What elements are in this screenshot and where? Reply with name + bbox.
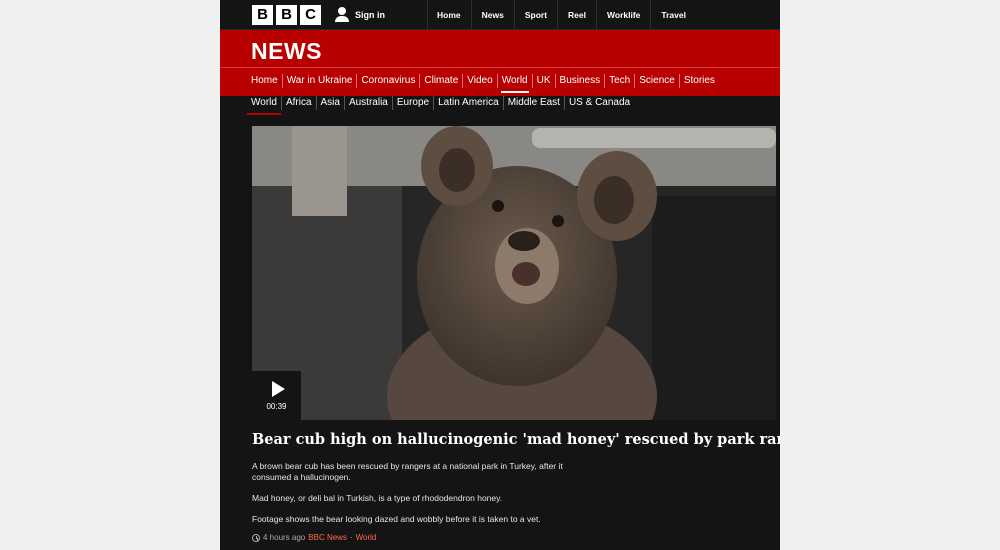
news-nav-coronavirus[interactable]: Coronavirus (356, 74, 419, 88)
logo-letter-b2: B (276, 4, 297, 25)
logo-letter-b1: B (252, 4, 273, 25)
subnav-australia[interactable]: Australia (343, 96, 392, 110)
bbc-logo[interactable]: B B C (252, 4, 321, 25)
global-header: B B C Sign in Home News Sport Reel Workl… (220, 0, 780, 30)
signin-link[interactable]: Sign in (335, 7, 385, 22)
play-button[interactable]: 00:39 (252, 371, 301, 420)
news-nav-business[interactable]: Business (554, 74, 605, 88)
video-thumbnail (252, 126, 776, 420)
global-nav-sport[interactable]: Sport (513, 0, 557, 30)
global-nav-home[interactable]: Home (427, 0, 471, 30)
subnav-us-canada[interactable]: US & Canada (563, 96, 634, 110)
signin-label: Sign in (355, 9, 385, 20)
news-nav-home[interactable]: Home (247, 74, 282, 88)
banner-divider (220, 67, 780, 68)
summary-paragraph: Mad honey, or deli bal in Turkish, is a … (252, 493, 503, 503)
subnav-asia[interactable]: Asia (315, 96, 344, 110)
video-player[interactable]: 00:39 (252, 126, 776, 420)
subnav-middle-east[interactable]: Middle East (502, 96, 564, 110)
meta-separator: · (349, 533, 353, 542)
news-nav-stories[interactable]: Stories (678, 74, 719, 88)
published-time: 4 hours ago (263, 533, 306, 542)
section-link[interactable]: World (356, 533, 377, 542)
source-link[interactable]: BBC News (308, 533, 347, 542)
article-summary: A brown bear cub has been rescued by ran… (252, 461, 592, 535)
news-nav-war-in-ukraine[interactable]: War in Ukraine (281, 74, 357, 88)
summary-paragraph: A brown bear cub has been rescued by ran… (252, 461, 563, 482)
subnav-latin-america[interactable]: Latin America (433, 96, 503, 110)
article-headline[interactable]: Bear cub high on hallucinogenic 'mad hon… (252, 430, 780, 450)
video-duration: 00:39 (266, 401, 287, 411)
subnav-europe[interactable]: Europe (391, 96, 433, 110)
logo-letter-c: C (300, 4, 321, 25)
global-nav-travel[interactable]: Travel (650, 0, 696, 30)
news-nav-world[interactable]: World (496, 74, 532, 93)
news-nav-climate[interactable]: Climate (419, 74, 462, 88)
global-nav-reel[interactable]: Reel (557, 0, 596, 30)
clock-icon (252, 533, 260, 542)
user-icon (335, 7, 349, 22)
news-nav-tech[interactable]: Tech (604, 74, 634, 88)
news-logo[interactable]: NEWS (251, 38, 322, 65)
news-nav: Home War in Ukraine Coronavirus Climate … (247, 70, 719, 93)
news-nav-video[interactable]: Video (462, 74, 496, 88)
news-nav-science[interactable]: Science (634, 74, 679, 88)
page: B B C Sign in Home News Sport Reel Workl… (220, 0, 780, 550)
news-banner: NEWS Home War in Ukraine Coronavirus Cli… (220, 30, 780, 96)
global-nav-worklife[interactable]: Worklife (596, 0, 650, 30)
world-subnav: World Africa Asia Australia Europe Latin… (247, 96, 634, 115)
play-icon (271, 380, 285, 397)
global-nav-news[interactable]: News (470, 0, 514, 30)
subnav-world[interactable]: World (247, 96, 281, 115)
summary-paragraph: Footage shows the bear looking dazed and… (252, 514, 541, 524)
news-nav-uk[interactable]: UK (531, 74, 555, 88)
subnav-africa[interactable]: Africa (280, 96, 316, 110)
article-meta: 4 hours ago BBC News · World (252, 533, 376, 542)
global-nav: Home News Sport Reel Worklife Travel (427, 0, 696, 30)
